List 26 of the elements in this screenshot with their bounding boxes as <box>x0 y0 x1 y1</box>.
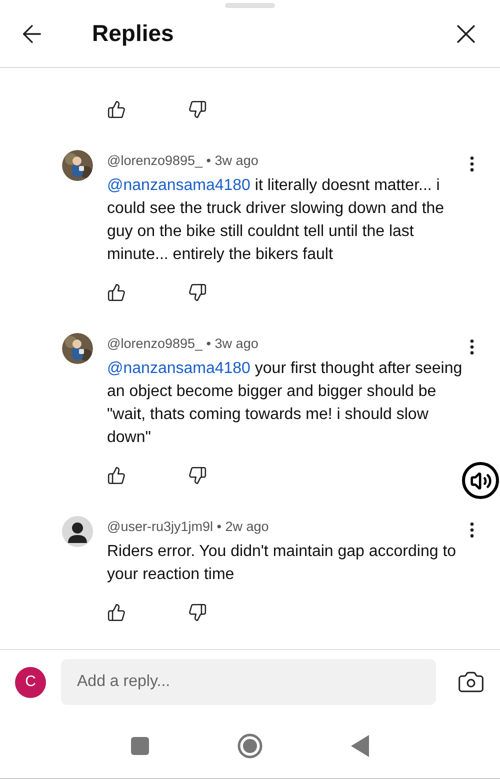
mention-link[interactable]: @nanzansama4180 <box>107 360 250 377</box>
dislike-icon[interactable] <box>188 282 207 302</box>
dislike-icon[interactable] <box>188 466 207 484</box>
back-button[interactable] <box>351 735 369 757</box>
avatar-silhouette-icon <box>62 516 93 547</box>
user-avatar: C <box>15 666 46 698</box>
comment-meta: @lorenzo9895_ • 3w ago <box>107 152 258 170</box>
mute-button[interactable] <box>462 462 499 499</box>
dislike-icon[interactable] <box>188 602 207 622</box>
dislike-icon[interactable] <box>188 100 207 118</box>
comment-text: @nanzansama4180 it literally doesnt matter... i could see the truck driver slowing down and the guy on the bike still couldnt tell until the last minute... entirely the bikers fault <box>107 176 446 265</box>
comment-text: Riders error. You didn't maintain gap according to your reaction time <box>107 542 458 585</box>
reply-field[interactable]: Add a reply... <box>61 659 436 705</box>
mention-link[interactable]: @nanzansama4180 <box>107 177 250 194</box>
like-icon[interactable] <box>107 466 126 484</box>
comment-meta: @lorenzo9895_ • 3w ago <box>107 334 258 353</box>
speaker-icon <box>470 470 492 492</box>
page-title: Replies <box>92 19 174 48</box>
comment-meta: @user-ru3jy1jm9l • 2w ago <box>107 518 269 536</box>
recents-button[interactable] <box>131 737 149 755</box>
like-icon[interactable] <box>107 602 126 622</box>
drag-handle[interactable] <box>225 3 275 8</box>
like-icon[interactable] <box>107 100 126 118</box>
comment-text: @nanzansama4180 your first thought after seeing an object become bigger and bigger should be "wait, thats coming towards me! i should slow down" <box>107 359 464 448</box>
home-button[interactable] <box>237 733 263 759</box>
like-icon[interactable] <box>107 282 126 302</box>
